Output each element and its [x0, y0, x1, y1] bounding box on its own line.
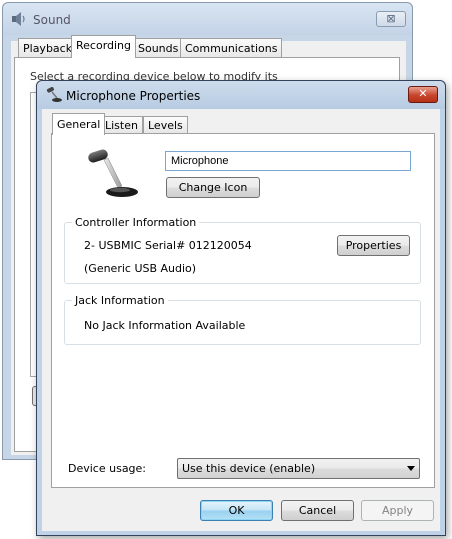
controller-information-title: Controller Information — [72, 216, 200, 229]
change-icon-button[interactable]: Change Icon — [166, 177, 260, 198]
speaker-icon — [12, 12, 25, 26]
controller-driver-line: (Generic USB Audio) — [84, 262, 197, 275]
tab-listen[interactable]: Listen — [100, 116, 143, 134]
tab-levels[interactable]: Levels — [143, 116, 188, 134]
controller-device-line: 2- USBMIC Serial# 012120054 — [84, 239, 252, 252]
properties-button[interactable]: Properties — [337, 235, 410, 256]
dialog-titlebar[interactable]: Microphone Properties ✕ — [37, 81, 445, 109]
microphone-icon — [46, 87, 62, 102]
sound-window-title: Sound — [33, 13, 71, 27]
device-usage-label: Device usage: — [68, 462, 147, 475]
device-usage-select[interactable]: Use this device (enable) — [177, 458, 420, 479]
microphone-icon — [88, 149, 138, 197]
sound-titlebar[interactable]: Sound ⊠ — [3, 3, 412, 35]
sound-close-button[interactable]: ⊠ — [376, 11, 406, 27]
tab-general[interactable]: General — [52, 113, 106, 135]
cancel-button[interactable]: Cancel — [281, 500, 354, 521]
tab-communications[interactable]: Communications — [180, 38, 283, 57]
jack-information-text: No Jack Information Available — [84, 319, 246, 332]
tab-sounds[interactable]: Sounds — [133, 38, 184, 57]
apply-button[interactable]: Apply — [361, 500, 434, 521]
tab-playback[interactable]: Playback — [18, 38, 78, 57]
device-usage-selected: Use this device (enable) — [182, 462, 316, 475]
chevron-down-icon — [407, 466, 415, 471]
ok-button[interactable]: OK — [200, 500, 273, 521]
device-name-input[interactable] — [165, 151, 411, 171]
jack-information-title: Jack Information — [72, 294, 168, 307]
tab-recording[interactable]: Recording — [71, 35, 137, 58]
close-button[interactable]: ✕ — [408, 86, 438, 103]
dialog-title: Microphone Properties — [66, 89, 201, 103]
